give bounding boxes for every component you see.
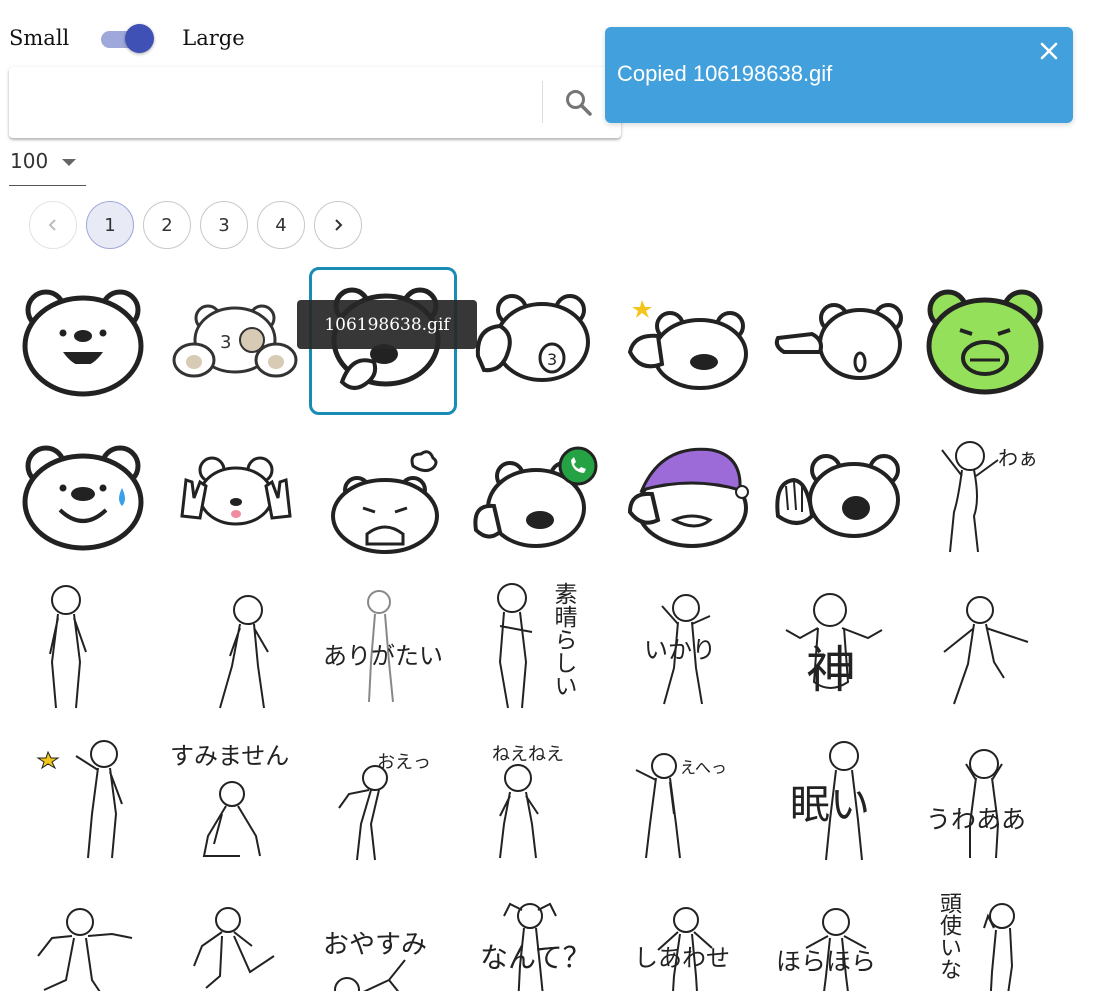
per-page-select[interactable]: 100 — [9, 146, 86, 186]
bear-face-icon — [775, 454, 900, 538]
sticker-bear-point-surprised[interactable] — [764, 268, 912, 416]
page-button-3[interactable]: 3 — [200, 201, 248, 249]
toast-close-button[interactable] — [1037, 39, 1061, 63]
prev-page-button[interactable] — [29, 201, 77, 249]
chevron-right-icon — [335, 219, 343, 231]
bear-face-icon — [926, 289, 1044, 395]
search-input[interactable] — [19, 81, 529, 125]
bear-body-icon — [219, 595, 269, 709]
bear-face-icon — [627, 300, 748, 390]
sticker-body-oyasumi[interactable]: おやすみ — [309, 876, 457, 991]
sticker-bear-green-angry[interactable] — [914, 268, 1062, 416]
bear-body-icon — [338, 765, 388, 861]
bear-body-icon — [785, 593, 883, 689]
bear-body-icon — [805, 908, 867, 991]
sticker-bear-laugh[interactable] — [8, 268, 156, 416]
sticker-grid: 3 3 わぁ ありがたい 素晴らしい いかり 神 すみません おえっ ねえねえ … — [0, 262, 1098, 991]
bear-body-icon — [825, 741, 863, 861]
next-page-button[interactable] — [314, 201, 362, 249]
bear-body-icon — [657, 907, 713, 991]
sticker-bear-peace[interactable] — [160, 420, 308, 568]
sticker-body-walking[interactable] — [160, 572, 308, 720]
sticker-body-neenee[interactable]: ねえねえ — [460, 724, 608, 872]
bear-face-icon — [22, 445, 144, 551]
bear-body-icon — [497, 583, 533, 709]
sticker-body-waa[interactable]: わぁ — [914, 420, 1062, 568]
sticker-bear-star-laugh[interactable] — [612, 268, 760, 416]
bear-body-icon — [965, 749, 1003, 859]
bear-body-icon — [503, 902, 557, 991]
sticker-bear-phone-icon[interactable] — [460, 420, 608, 568]
bear-face-icon — [22, 289, 144, 397]
sticker-body-ikari[interactable]: いかり — [612, 572, 760, 720]
bear-face-icon — [331, 450, 439, 554]
size-small-label: Small — [9, 26, 70, 50]
bear-body-icon — [37, 908, 133, 991]
size-large-label: Large — [182, 26, 245, 50]
copied-toast: Copied 106198638.gif — [605, 27, 1073, 123]
svg-text:3: 3 — [547, 350, 557, 369]
sticker-body-horahora[interactable]: ほらほら — [764, 876, 912, 991]
bear-body-icon — [499, 764, 539, 859]
filename-tooltip: 106198638.gif — [297, 300, 477, 349]
bear-body-icon — [367, 590, 394, 703]
svg-text:3: 3 — [220, 332, 231, 353]
sticker-body-nemui[interactable]: 眠い — [764, 724, 912, 872]
switch-thumb[interactable] — [125, 24, 155, 53]
sticker-bear-hand-kiss[interactable]: 3 — [460, 268, 608, 416]
bear-body-icon — [202, 781, 261, 857]
bear-body-icon — [49, 585, 87, 709]
sticker-body-sumimasen[interactable]: すみません — [160, 724, 308, 872]
sticker-body-shiawase[interactable]: しあわせ — [612, 876, 760, 991]
sticker-body-sparkle[interactable] — [8, 724, 156, 872]
sticker-bear-peek-paws[interactable]: 3 — [160, 268, 308, 416]
sticker-body-ehe[interactable]: えへっ — [612, 724, 760, 872]
bear-body-icon — [193, 907, 275, 989]
sticker-body-arigatai[interactable]: ありがたい — [309, 572, 457, 720]
page-button-2[interactable]: 2 — [143, 201, 191, 249]
search-box — [9, 67, 621, 138]
bear-body-icon — [943, 596, 1029, 705]
sticker-body-dance[interactable] — [914, 572, 1062, 720]
sticker-bear-sweat[interactable] — [8, 420, 156, 568]
size-switch[interactable] — [99, 22, 155, 54]
bear-body-icon — [983, 903, 1015, 991]
size-toggle: Small Large — [9, 22, 245, 54]
search-divider — [542, 81, 543, 123]
bear-face-icon — [180, 456, 292, 526]
sticker-body-subarashii[interactable]: 素晴らしい — [460, 572, 608, 720]
page-button-4[interactable]: 4 — [257, 201, 305, 249]
bear-body-icon — [661, 594, 711, 705]
sticker-body-nante[interactable]: なんて？ — [460, 876, 608, 991]
sticker-body-uwaa[interactable]: うわああ — [914, 724, 1062, 872]
sticker-body-standing[interactable] — [8, 572, 156, 720]
toast-message: Copied 106198638.gif — [617, 61, 833, 86]
sticker-bear-crying[interactable] — [309, 420, 457, 568]
bear-body-icon — [635, 753, 681, 859]
page-button-1[interactable]: 1 — [86, 201, 134, 249]
bear-body-icon — [36, 740, 123, 859]
search-icon — [566, 90, 592, 116]
caret-down-icon — [62, 159, 76, 166]
bear-body-icon — [941, 441, 999, 553]
bear-body-icon — [334, 959, 406, 991]
sticker-body-jump[interactable] — [8, 876, 156, 991]
bear-face-icon: 3 — [172, 304, 298, 378]
per-page-value: 100 — [10, 149, 49, 173]
close-icon — [1040, 42, 1058, 60]
sticker-body-kick[interactable] — [160, 876, 308, 991]
bear-face-icon: 3 — [475, 294, 590, 382]
chevron-left-icon — [48, 219, 56, 231]
bear-face-icon — [473, 446, 598, 548]
sticker-body-oe[interactable]: おえっ — [309, 724, 457, 872]
sticker-bear-wave[interactable] — [764, 420, 912, 568]
bear-face-icon — [627, 447, 749, 548]
bear-face-icon — [774, 303, 903, 380]
sticker-bear-sleep-hat[interactable] — [612, 420, 760, 568]
sticker-body-zutsuu[interactable]: 頭使いな — [914, 876, 1062, 991]
search-button[interactable] — [561, 85, 597, 121]
sticker-body-kami[interactable]: 神 — [764, 572, 912, 720]
